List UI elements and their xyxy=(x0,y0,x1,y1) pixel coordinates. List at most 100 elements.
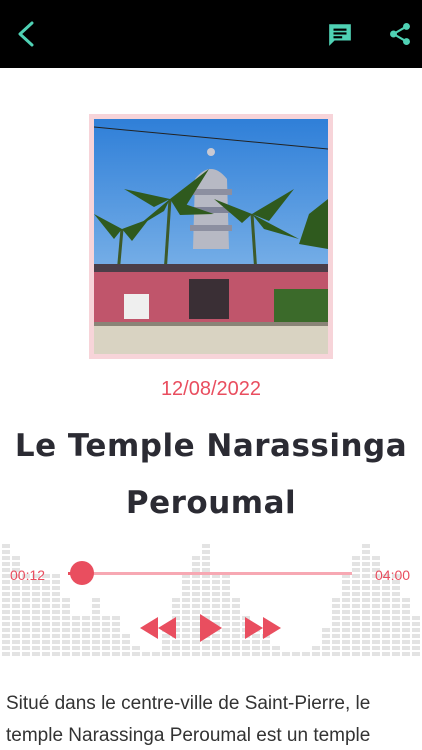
visualizer-bar-segment xyxy=(32,652,40,656)
total-time: 04:00 xyxy=(375,567,411,583)
visualizer-bar-segment xyxy=(362,610,370,614)
visualizer-bar-segment xyxy=(42,616,50,620)
visualizer-bar-segment xyxy=(212,652,220,656)
visualizer-bar-segment xyxy=(112,634,120,638)
visualizer-bar-segment xyxy=(372,556,380,560)
visualizer-bar-segment xyxy=(342,616,350,620)
visualizer-bar-segment xyxy=(32,604,40,608)
visualizer-bar-segment xyxy=(232,616,240,620)
visualizer-bar-segment xyxy=(352,640,360,644)
visualizer-bar-segment xyxy=(112,622,120,626)
visualizer-bar-segment xyxy=(152,652,160,656)
visualizer-bar-segment xyxy=(102,646,110,650)
visualizer-bar-segment xyxy=(32,598,40,602)
fast-forward-button[interactable] xyxy=(243,613,283,643)
visualizer-bar-segment xyxy=(362,640,370,644)
visualizer-bar-segment xyxy=(2,634,10,638)
visualizer-bar-segment xyxy=(22,640,30,644)
temple-photo xyxy=(94,119,328,354)
progress-track[interactable] xyxy=(82,572,352,575)
rewind-button[interactable] xyxy=(138,613,178,643)
visualizer-bar-segment xyxy=(2,640,10,644)
visualizer-bar-segment xyxy=(372,610,380,614)
visualizer-bar-segment xyxy=(382,640,390,644)
visualizer-bar-segment xyxy=(12,610,20,614)
visualizer-bar-segment xyxy=(392,598,400,602)
visualizer-bar-segment xyxy=(42,610,50,614)
visualizer-bar-segment xyxy=(212,598,220,602)
visualizer-bar-segment xyxy=(32,586,40,590)
play-button[interactable] xyxy=(196,613,224,643)
visualizer-bar-segment xyxy=(392,610,400,614)
visualizer-bar-segment xyxy=(382,652,390,656)
visualizer-bar-segment xyxy=(392,616,400,620)
visualizer-bar-segment xyxy=(352,556,360,560)
visualizer-bar-segment xyxy=(222,604,230,608)
visualizer-bar-segment xyxy=(372,622,380,626)
visualizer-bar-segment xyxy=(182,640,190,644)
visualizer-bar-segment xyxy=(222,580,230,584)
visualizer-bar-segment xyxy=(382,592,390,596)
visualizer-bar-segment xyxy=(192,580,200,584)
visualizer-bar-segment xyxy=(342,622,350,626)
visualizer-bar-segment xyxy=(202,580,210,584)
visualizer-bar-segment xyxy=(72,628,80,632)
visualizer-bar-segment xyxy=(122,646,130,650)
visualizer-bar-segment xyxy=(382,634,390,638)
visualizer-bar-segment xyxy=(292,652,300,656)
visualizer-bar-segment xyxy=(392,646,400,650)
visualizer-bar-segment xyxy=(342,634,350,638)
visualizer-bar-segment xyxy=(22,646,30,650)
visualizer-bar-segment xyxy=(92,652,100,656)
visualizer-bar-segment xyxy=(52,604,60,608)
visualizer-bar-segment xyxy=(212,586,220,590)
visualizer-bar-segment xyxy=(362,544,370,548)
visualizer-bar-segment xyxy=(52,640,60,644)
visualizer-bar-segment xyxy=(102,652,110,656)
visualizer-bar-segment xyxy=(82,628,90,632)
share-button[interactable] xyxy=(374,0,422,68)
visualizer-bar-segment xyxy=(352,652,360,656)
visualizer-bar-segment xyxy=(62,652,70,656)
visualizer-bar-segment xyxy=(82,616,90,620)
visualizer-bar-segment xyxy=(362,604,370,608)
visualizer-bar-segment xyxy=(342,646,350,650)
visualizer-bar-segment xyxy=(362,574,370,578)
visualizer-bar-segment xyxy=(132,646,140,650)
visualizer-bar-segment xyxy=(402,604,410,608)
visualizer-bar-segment xyxy=(332,652,340,656)
visualizer-bar-segment xyxy=(342,640,350,644)
visualizer-bar-segment xyxy=(202,556,210,560)
visualizer-bar-segment xyxy=(412,622,420,626)
visualizer-bar-segment xyxy=(362,652,370,656)
visualizer-bar-segment xyxy=(62,610,70,614)
visualizer-bar-segment xyxy=(52,592,60,596)
visualizer-bar-segment xyxy=(22,616,30,620)
visualizer-bar-segment xyxy=(202,604,210,608)
visualizer-bar-segment xyxy=(392,634,400,638)
visualizer-bar-segment xyxy=(382,604,390,608)
visualizer-bar-segment xyxy=(412,640,420,644)
visualizer-bar-segment xyxy=(232,598,240,602)
comment-button[interactable] xyxy=(314,0,366,68)
visualizer-bar-segment xyxy=(62,616,70,620)
visualizer-bar-segment xyxy=(342,598,350,602)
visualizer-bar-segment xyxy=(12,646,20,650)
visualizer-bar-segment xyxy=(82,622,90,626)
visualizer-bar-segment xyxy=(362,616,370,620)
visualizer-bar-segment xyxy=(192,598,200,602)
back-button[interactable] xyxy=(0,0,52,68)
visualizer-bar-segment xyxy=(182,598,190,602)
visualizer-bar-segment xyxy=(262,646,270,650)
visualizer-bar-segment xyxy=(362,628,370,632)
visualizer-bar-segment xyxy=(92,646,100,650)
article-image-frame xyxy=(89,114,333,359)
visualizer-bar-segment xyxy=(372,598,380,602)
progress-thumb[interactable] xyxy=(70,561,95,585)
visualizer-bar-segment xyxy=(362,592,370,596)
visualizer-bar-segment xyxy=(322,646,330,650)
visualizer-bar-segment xyxy=(52,634,60,638)
visualizer-bar-segment xyxy=(332,598,340,602)
visualizer-bar-segment xyxy=(22,610,30,614)
visualizer-bar-segment xyxy=(72,622,80,626)
